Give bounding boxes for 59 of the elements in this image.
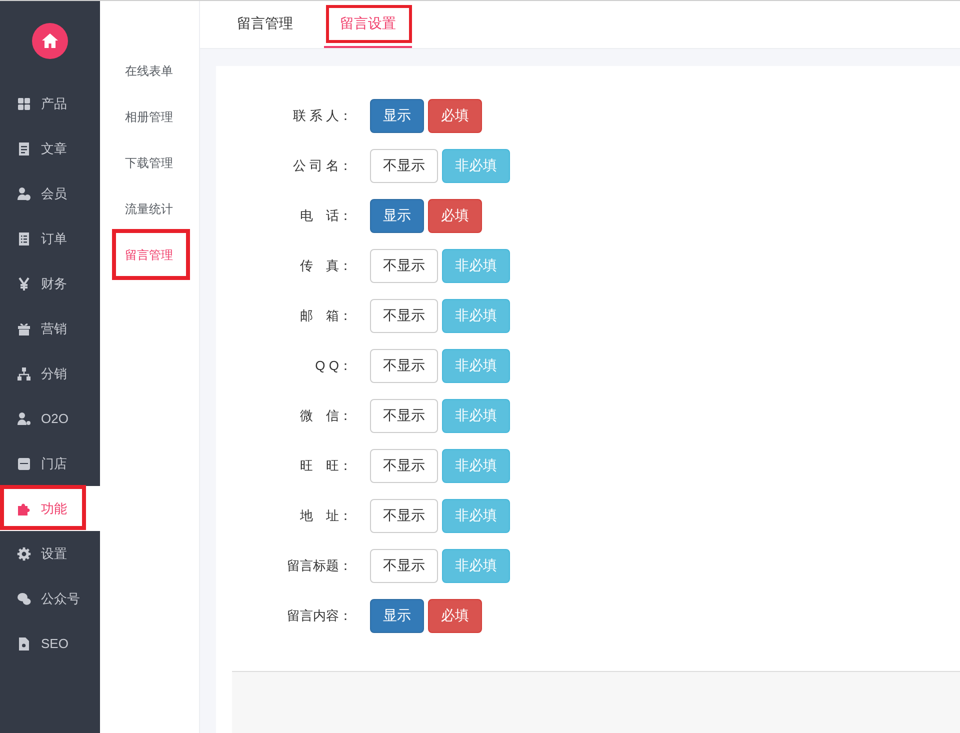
- field-label: 地 址：: [299, 507, 352, 525]
- display-toggle[interactable]: 不显示: [370, 399, 438, 433]
- sidebar-item[interactable]: 门店: [0, 441, 100, 486]
- sidebar-item[interactable]: 分销: [0, 351, 100, 396]
- subnav-item[interactable]: 流量统计: [100, 186, 199, 232]
- sidebar-item[interactable]: 产品: [0, 81, 100, 126]
- required-toggle[interactable]: 必填: [428, 599, 482, 633]
- field-label: 电 话：: [299, 207, 352, 225]
- sidebar-item[interactable]: 文章: [0, 126, 100, 171]
- field-label: 微 信：: [299, 407, 352, 425]
- subnav-item[interactable]: 留言管理: [100, 232, 199, 278]
- puzzle-icon: [17, 502, 31, 516]
- display-toggle[interactable]: 不显示: [370, 249, 438, 283]
- subnav-item[interactable]: 相册管理: [100, 94, 199, 140]
- sidebar-item[interactable]: SEO: [0, 621, 100, 666]
- settings-icon: [17, 546, 31, 560]
- yen-icon: [17, 276, 31, 290]
- display-toggle[interactable]: 显示: [370, 99, 424, 133]
- display-toggle[interactable]: 不显示: [370, 349, 438, 383]
- field-label: 公 司 名：: [292, 157, 352, 175]
- field-label: 旺 旺：: [299, 457, 352, 475]
- document-icon: [17, 142, 31, 156]
- box-icon: [17, 456, 31, 470]
- sidebar-item[interactable]: 公众号: [0, 576, 100, 621]
- field-label: 邮 箱：: [299, 307, 352, 325]
- sidebar-item[interactable]: O2O: [0, 396, 100, 441]
- home-icon[interactable]: [32, 23, 68, 59]
- required-toggle[interactable]: 必填: [428, 199, 482, 233]
- display-toggle[interactable]: 不显示: [370, 549, 438, 583]
- display-toggle[interactable]: 显示: [370, 599, 424, 633]
- field-label: Q Q：: [314, 357, 352, 375]
- tab[interactable]: 留言设置: [324, 1, 412, 48]
- file-icon: [17, 636, 31, 650]
- display-toggle[interactable]: 不显示: [370, 449, 438, 483]
- subnav-item[interactable]: 下载管理: [100, 140, 199, 186]
- sitemap-icon: [17, 366, 31, 380]
- field-label: 留言内容：: [286, 607, 352, 625]
- user-icon: [17, 412, 31, 426]
- grid-icon: [17, 96, 31, 110]
- gift-icon: [17, 322, 31, 336]
- sidebar-item[interactable]: 会员: [0, 171, 100, 216]
- display-toggle[interactable]: 不显示: [370, 299, 438, 333]
- field-label: 传 真：: [299, 257, 352, 275]
- sidebar-item[interactable]: 设置: [0, 531, 100, 576]
- tab[interactable]: 留言管理: [221, 1, 309, 48]
- sidebar-item[interactable]: 营销: [0, 306, 100, 351]
- field-label: 联 系 人：: [292, 107, 352, 125]
- user-badge-icon: [17, 186, 31, 200]
- sidebar-item[interactable]: 订单: [0, 216, 100, 261]
- display-toggle[interactable]: 不显示: [370, 149, 438, 183]
- field-label: 留言标题：: [286, 557, 352, 575]
- display-toggle[interactable]: 显示: [370, 199, 424, 233]
- sidebar-item[interactable]: 功能: [0, 486, 100, 531]
- required-toggle[interactable]: 必填: [428, 99, 482, 133]
- subnav-item[interactable]: 在线表单: [100, 48, 199, 94]
- display-toggle[interactable]: 不显示: [370, 499, 438, 533]
- sidebar-item[interactable]: 财务: [0, 261, 100, 306]
- chat-bubbles-icon: [17, 592, 31, 606]
- list-icon: [17, 232, 31, 246]
